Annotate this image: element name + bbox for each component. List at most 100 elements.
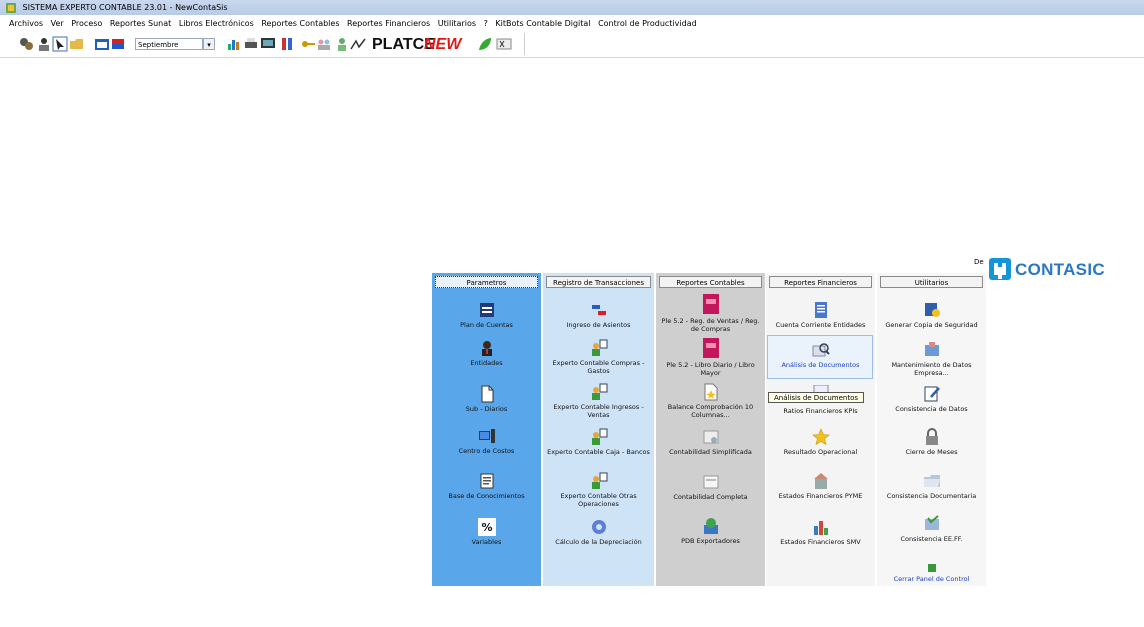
edit-document-icon xyxy=(924,386,940,402)
gear-icon xyxy=(591,520,606,534)
item-cerrar-panel[interactable]: Cerrar Panel de Control xyxy=(877,563,986,583)
menu-utilitarios[interactable]: Utilitarios xyxy=(438,19,476,28)
item-eeff-smv[interactable]: Estados Financieros SMV xyxy=(766,518,875,546)
contasic-logo-icon xyxy=(989,258,1011,280)
folder-icon[interactable] xyxy=(69,36,85,52)
menu-proceso[interactable]: Proceso xyxy=(71,19,102,28)
logo-name: CONTASIC xyxy=(1015,260,1105,279)
panel-reportes-financieros-items: Cuenta Corriente Entidades Análisis de D… xyxy=(766,273,875,586)
item-sub-diarios[interactable]: Sub - Diarios xyxy=(432,385,541,413)
window-title: SISTEMA EXPERTO CONTABLE 23.01 - NewCont… xyxy=(22,3,228,12)
users-icon[interactable] xyxy=(36,36,52,52)
signature-icon[interactable] xyxy=(350,36,366,52)
item-experto-ingresos[interactable]: Experto Contable Ingresos - Ventas xyxy=(543,383,654,419)
bar-chart-icon xyxy=(813,521,828,535)
toolbar: Septiembre ▾ PLATCE NEW xyxy=(0,32,1144,58)
item-ingreso-de-asientos[interactable]: Ingreso de Asientos xyxy=(543,301,654,329)
document-star-icon xyxy=(704,383,717,401)
lock-icon xyxy=(925,428,938,445)
tab-reportes-contables[interactable]: Reportes Contables xyxy=(659,276,762,288)
item-consistencia-datos[interactable]: Consistencia de Datos xyxy=(877,385,986,413)
svg-text:%: % xyxy=(481,521,492,534)
logo-prefix: De xyxy=(974,258,984,266)
leaf-icon[interactable] xyxy=(477,36,493,52)
menu-control-productividad[interactable]: Control de Productividad xyxy=(598,19,697,28)
item-resultado-operacional[interactable]: Resultado Operacional xyxy=(766,428,875,456)
item-calculo-depreciacion[interactable]: Cálculo de la Depreciación xyxy=(543,518,654,546)
menu-reportes-contables[interactable]: Reportes Contables xyxy=(261,19,339,28)
item-pdb-exportadores[interactable]: PDB Exportadores xyxy=(656,517,765,545)
panel-utilitarios: Utilitarios Generar Copia de Seguridad M… xyxy=(877,273,986,586)
item-eeff-pyme[interactable]: Estados Financieros PYME xyxy=(766,472,875,500)
panel-reportes-contables: Reportes Contables Ple 5.2 - Reg. de Ven… xyxy=(656,273,765,586)
item-plan-de-cuentas[interactable]: Plan de Cuentas xyxy=(432,301,541,329)
backup-icon xyxy=(924,303,940,317)
menu-libros-electronicos[interactable]: Libros Electrónicos xyxy=(179,19,254,28)
panel-parametros: Parametros Plan de Cuentas Entidades Sub… xyxy=(432,273,541,586)
item-cuenta-corriente-entidades[interactable]: Cuenta Corriente Entidades xyxy=(766,301,875,329)
menu-ver[interactable]: Ver xyxy=(51,19,64,28)
item-contabilidad-completa[interactable]: Contabilidad Completa xyxy=(656,473,765,501)
menu-reportes-financieros[interactable]: Reportes Financieros xyxy=(347,19,430,28)
item-mantenimiento-datos[interactable]: Mantenimiento de Datos Empresa... xyxy=(877,341,986,377)
window-titlebar: SISTEMA EXPERTO CONTABLE 23.01 - NewCont… xyxy=(0,0,1144,15)
menu-kitbots[interactable]: KitBots Contable Digital xyxy=(495,19,590,28)
item-analisis-de-documentos[interactable]: Análisis de Documentos xyxy=(766,341,875,369)
item-experto-compras[interactable]: Experto Contable Compras - Gastos xyxy=(543,339,654,375)
key-icon[interactable] xyxy=(300,36,316,52)
month-select[interactable]: Septiembre xyxy=(135,38,203,50)
check-document-icon xyxy=(924,515,939,530)
menu-help[interactable]: ? xyxy=(484,19,488,28)
item-experto-caja-bancos[interactable]: Experto Contable Caja - Bancos xyxy=(543,428,654,456)
chart-icon[interactable] xyxy=(226,36,242,52)
companies-icon[interactable] xyxy=(18,36,34,52)
user-document-icon xyxy=(591,472,607,489)
tab-registro-transacciones[interactable]: Registro de Transacciones xyxy=(546,276,651,288)
person-icon[interactable] xyxy=(334,36,350,52)
printer-icon[interactable] xyxy=(243,36,259,52)
app-icon xyxy=(6,2,16,13)
people-icon[interactable] xyxy=(316,36,332,52)
contasic-logo: De CONTASIC xyxy=(974,256,1105,284)
item-base-de-conocimientos[interactable]: Base de Conocimientos xyxy=(432,472,541,500)
item-ple-ventas-compras[interactable]: Ple 5.2 - Reg. de Ventas / Reg. de Compr… xyxy=(656,293,765,333)
report-icon xyxy=(703,475,718,489)
folder-open-icon xyxy=(923,475,940,487)
user-document-icon xyxy=(591,339,607,356)
building-chart-icon xyxy=(813,473,828,489)
item-variables[interactable]: % Variables xyxy=(432,518,541,546)
bars-icon[interactable] xyxy=(280,36,296,52)
flag-icon[interactable] xyxy=(110,36,126,52)
chevron-down-icon[interactable]: ▾ xyxy=(203,38,215,50)
new-badge[interactable]: NEW xyxy=(424,35,461,55)
tab-parametros[interactable]: Parametros xyxy=(435,276,538,288)
item-entidades[interactable]: Entidades xyxy=(432,339,541,367)
item-balance-comprobacion[interactable]: Balance Comprobación 10 Columnas... xyxy=(656,383,765,419)
menu-reportes-sunat[interactable]: Reportes Sunat xyxy=(110,19,171,28)
list-document-icon xyxy=(814,302,827,318)
item-ple-diario-mayor[interactable]: Ple 5.2 - Libro Diario / Libro Mayor xyxy=(656,337,765,377)
toolbar-group: Septiembre ▾ PLATCE NEW xyxy=(0,33,525,55)
cursor-select-icon[interactable] xyxy=(52,36,68,52)
item-contabilidad-simplificada[interactable]: Contabilidad Simplificada xyxy=(656,428,765,456)
transfer-icon xyxy=(591,305,606,315)
ledger-icon xyxy=(479,303,494,317)
item-centro-de-costos[interactable]: Centro de Costos xyxy=(432,427,541,455)
magnifier-document-icon xyxy=(812,343,830,357)
tooltip: Análisis de Documentos xyxy=(768,392,864,403)
calendar-icon[interactable] xyxy=(94,36,110,52)
user-document-icon xyxy=(591,428,607,445)
close-panel-icon xyxy=(927,564,936,572)
tab-utilitarios[interactable]: Utilitarios xyxy=(880,276,983,288)
xml-icon[interactable] xyxy=(496,36,512,52)
item-experto-otras-operaciones[interactable]: Experto Contable Otras Operaciones xyxy=(543,472,654,508)
item-consistencia-eeff[interactable]: Consistencia EE.FF. xyxy=(877,515,986,543)
menu-archivos[interactable]: Archivos xyxy=(9,19,43,28)
item-cierre-de-meses[interactable]: Cierre de Meses xyxy=(877,428,986,456)
user-document-icon xyxy=(591,383,607,400)
menu-bar: Archivos Ver Proceso Reportes Sunat Libr… xyxy=(0,17,1144,30)
item-generar-copia-seguridad[interactable]: Generar Copia de Seguridad xyxy=(877,301,986,329)
item-consistencia-documentaria[interactable]: Consistencia Documentaria xyxy=(877,472,986,500)
monitor-icon[interactable] xyxy=(260,36,276,52)
export-globe-icon xyxy=(703,518,718,534)
